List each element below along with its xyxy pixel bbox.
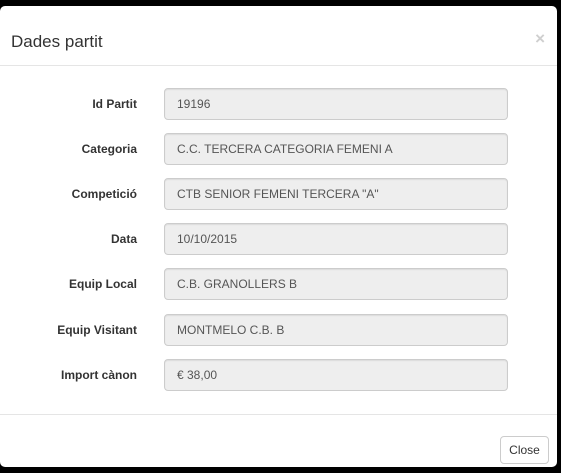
field-row-id-partit: Id Partit 19196 (0, 88, 557, 120)
close-icon[interactable]: × (535, 29, 545, 49)
equip-visitant-field[interactable]: MONTMELO C.B. B (164, 314, 508, 346)
id-partit-field[interactable]: 19196 (164, 88, 508, 120)
field-row-equip-visitant: Equip Visitant MONTMELO C.B. B (0, 314, 557, 346)
equip-local-field[interactable]: C.B. GRANOLLERS B (164, 268, 508, 300)
field-row-data: Data 10/10/2015 (0, 223, 557, 255)
import-canon-label: Import cànon (60, 368, 137, 382)
field-row-import-canon: Import cànon € 38,00 (0, 359, 557, 391)
categoria-label: Categoria (81, 142, 137, 156)
competicio-field[interactable]: CTB SENIOR FEMENI TERCERA "A" (164, 178, 508, 210)
modal-header: Dades partit × (0, 6, 557, 66)
id-partit-label: Id Partit (92, 97, 137, 111)
field-row-competicio: Competició CTB SENIOR FEMENI TERCERA "A" (0, 178, 557, 210)
data-field[interactable]: 10/10/2015 (164, 223, 508, 255)
field-row-equip-local: Equip Local C.B. GRANOLLERS B (0, 268, 557, 300)
field-row-categoria: Categoria C.C. TERCERA CATEGORIA FEMENI … (0, 133, 557, 165)
modal-body: Id Partit 19196 Categoria C.C. TERCERA C… (0, 67, 557, 414)
match-details-modal: Dades partit × Id Partit 19196 Categoria… (0, 6, 557, 467)
data-label: Data (110, 232, 137, 246)
equip-local-label: Equip Local (68, 277, 137, 291)
modal-footer: Close (0, 414, 557, 467)
import-canon-field[interactable]: € 38,00 (164, 359, 508, 391)
competicio-label: Competició (71, 187, 137, 201)
equip-visitant-label: Equip Visitant (57, 323, 137, 337)
modal-title: Dades partit (11, 32, 103, 51)
close-button[interactable]: Close (500, 436, 549, 464)
categoria-field[interactable]: C.C. TERCERA CATEGORIA FEMENI A (164, 133, 508, 165)
